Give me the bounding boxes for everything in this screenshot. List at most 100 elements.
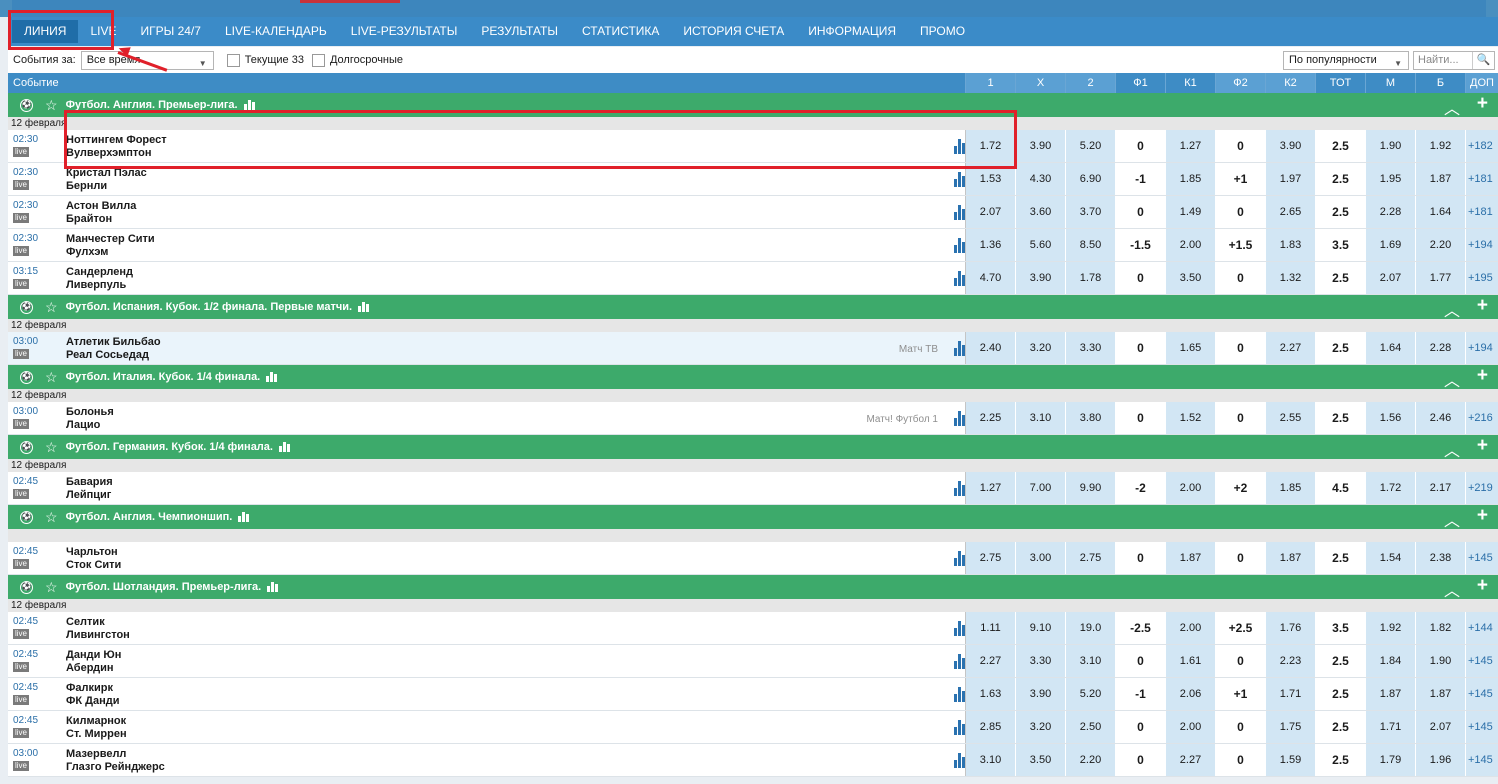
header-col-6[interactable]: К2 (1265, 73, 1315, 93)
odds-cell-Ф2[interactable]: 0 (1215, 645, 1265, 677)
match-row[interactable]: 02:30 live Астон Вилла Брайтон 2.07 3.60 3.70 0… (8, 196, 1498, 229)
match-teams[interactable]: Селтик Ливингстон (66, 612, 965, 644)
collapse-chevron-icon[interactable]: ︿ (1444, 297, 1460, 321)
odds-cell-Ф2[interactable]: +1.5 (1215, 229, 1265, 261)
stats-icon[interactable] (954, 621, 965, 636)
odds-cell-X[interactable]: 3.20 (1015, 711, 1065, 743)
stats-icon[interactable] (954, 411, 965, 426)
stats-icon[interactable] (954, 687, 965, 702)
odds-cell-М[interactable]: 1.54 (1365, 542, 1415, 574)
add-icon[interactable]: + (1477, 575, 1488, 597)
stats-icon[interactable] (954, 551, 965, 566)
odds-cell-К2[interactable]: 1.97 (1265, 163, 1315, 195)
odds-cell-Ф1[interactable]: -2.5 (1115, 612, 1165, 644)
nav-item-8[interactable]: ИНФОРМАЦИЯ (796, 20, 908, 43)
match-time[interactable]: 02:30 (13, 134, 66, 145)
odds-cell-М[interactable]: 1.90 (1365, 130, 1415, 162)
odds-cell-К2[interactable]: 2.27 (1265, 332, 1315, 364)
odds-cell-К1[interactable]: 2.27 (1165, 744, 1215, 776)
odds-cell-Ф2[interactable]: 0 (1215, 744, 1265, 776)
odds-cell-ТОТ[interactable]: 2.5 (1315, 163, 1365, 195)
away-team[interactable]: Ливингстон (66, 629, 965, 642)
odds-cell-К1[interactable]: 1.87 (1165, 542, 1215, 574)
match-row[interactable]: 02:45 live Килмарнок Ст. Миррен 2.85 3.20 2.50… (8, 711, 1498, 744)
match-row[interactable]: 03:00 live Атлетик Бильбао Реал Сосьедад Мат… (8, 332, 1498, 365)
stats-icon[interactable] (954, 654, 965, 669)
more-markets-link[interactable]: +145 (1465, 678, 1498, 710)
league-group-header[interactable]: ⚽ ☆ Футбол. Испания. Кубок. 1/2 финала. Пе… (8, 295, 1498, 321)
home-team[interactable]: Чарльтон (66, 546, 965, 559)
away-team[interactable]: Сток Сити (66, 559, 965, 572)
odds-cell-Ф1[interactable]: 0 (1115, 196, 1165, 228)
odds-cell-К2[interactable]: 1.75 (1265, 711, 1315, 743)
add-icon[interactable]: + (1477, 295, 1488, 317)
odds-cell-1[interactable]: 2.27 (965, 645, 1015, 677)
stats-icon[interactable] (238, 512, 250, 522)
odds-cell-1[interactable]: 2.40 (965, 332, 1015, 364)
stats-icon[interactable] (267, 582, 279, 592)
odds-cell-К1[interactable]: 3.50 (1165, 262, 1215, 294)
odds-cell-ТОТ[interactable]: 2.5 (1315, 402, 1365, 434)
match-row[interactable]: 03:00 live Болонья Лацио Матч! Футбол 1 2.25 3… (8, 402, 1498, 435)
odds-cell-ТОТ[interactable]: 2.5 (1315, 130, 1365, 162)
league-group-header[interactable]: ⚽ ☆ Футбол. Шотландия. Премьер-лига. ︿ + (8, 575, 1498, 600)
stats-icon[interactable] (358, 302, 370, 312)
home-team[interactable]: Бавария (66, 476, 965, 489)
header-col-9[interactable]: Б (1415, 73, 1465, 93)
odds-cell-Ф2[interactable]: +1 (1215, 163, 1265, 195)
period-select[interactable]: Все время ▼ (80, 50, 214, 70)
away-team[interactable]: Брайтон (66, 213, 965, 226)
away-team[interactable]: Ливерпуль (66, 279, 965, 292)
match-time[interactable]: 02:30 (13, 167, 66, 178)
odds-cell-М[interactable]: 1.79 (1365, 744, 1415, 776)
more-markets-link[interactable]: +145 (1465, 711, 1498, 743)
star-icon[interactable]: ☆ (45, 98, 58, 112)
odds-cell-М[interactable]: 1.56 (1365, 402, 1415, 434)
odds-cell-1[interactable]: 2.85 (965, 711, 1015, 743)
odds-cell-К2[interactable]: 2.55 (1265, 402, 1315, 434)
match-time[interactable]: 02:45 (13, 715, 66, 726)
odds-cell-Ф1[interactable]: 0 (1115, 711, 1165, 743)
odds-cell-Ф2[interactable]: 0 (1215, 130, 1265, 162)
match-row[interactable]: 02:30 live Манчестер Сити Фулхэм 1.36 5.60 8.5… (8, 229, 1498, 262)
odds-cell-ТОТ[interactable]: 2.5 (1315, 645, 1365, 677)
odds-cell-X[interactable]: 7.00 (1015, 472, 1065, 504)
odds-cell-Ф2[interactable]: +1 (1215, 678, 1265, 710)
odds-cell-1[interactable]: 2.75 (965, 542, 1015, 574)
odds-cell-Б[interactable]: 2.20 (1415, 229, 1465, 261)
odds-cell-Ф2[interactable]: +2 (1215, 472, 1265, 504)
league-title[interactable]: Футбол. Шотландия. Премьер-лига. (66, 581, 262, 593)
odds-cell-Ф2[interactable]: 0 (1215, 402, 1265, 434)
stats-icon[interactable] (954, 481, 965, 496)
header-col-7[interactable]: ТОТ (1315, 73, 1365, 93)
odds-cell-2[interactable]: 3.70 (1065, 196, 1115, 228)
odds-cell-Ф1[interactable]: 0 (1115, 130, 1165, 162)
odds-cell-ТОТ[interactable]: 2.5 (1315, 542, 1365, 574)
odds-cell-ТОТ[interactable]: 4.5 (1315, 472, 1365, 504)
odds-cell-К2[interactable]: 2.23 (1265, 645, 1315, 677)
home-team[interactable]: Сандерленд (66, 266, 965, 279)
nav-item-3[interactable]: LIVE-КАЛЕНДАРЬ (213, 20, 339, 43)
stats-icon[interactable] (278, 442, 290, 452)
odds-cell-К1[interactable]: 1.85 (1165, 163, 1215, 195)
header-col-10[interactable]: ДОП (1465, 73, 1498, 93)
odds-cell-X[interactable]: 3.90 (1015, 678, 1065, 710)
star-icon[interactable]: ☆ (45, 300, 58, 314)
match-time[interactable]: 03:00 (13, 406, 66, 417)
odds-cell-1[interactable]: 1.27 (965, 472, 1015, 504)
search-input[interactable]: Найти... 🔍 (1413, 50, 1495, 70)
match-time[interactable]: 02:45 (13, 616, 66, 627)
odds-cell-М[interactable]: 1.87 (1365, 678, 1415, 710)
odds-cell-К2[interactable]: 1.32 (1265, 262, 1315, 294)
odds-cell-Ф1[interactable]: 0 (1115, 645, 1165, 677)
league-group-header[interactable]: ⚽ ☆ Футбол. Германия. Кубок. 1/4 финала. ︿ + (8, 435, 1498, 460)
nav-item-5[interactable]: РЕЗУЛЬТАТЫ (469, 20, 570, 43)
odds-cell-X[interactable]: 3.90 (1015, 130, 1065, 162)
more-markets-link[interactable]: +145 (1465, 744, 1498, 776)
odds-cell-К1[interactable]: 2.06 (1165, 678, 1215, 710)
more-markets-link[interactable]: +181 (1465, 163, 1498, 195)
match-time[interactable]: 02:45 (13, 649, 66, 660)
more-markets-link[interactable]: +144 (1465, 612, 1498, 644)
odds-cell-Ф1[interactable]: -1.5 (1115, 229, 1165, 261)
header-col-2[interactable]: 2 (1065, 73, 1115, 93)
